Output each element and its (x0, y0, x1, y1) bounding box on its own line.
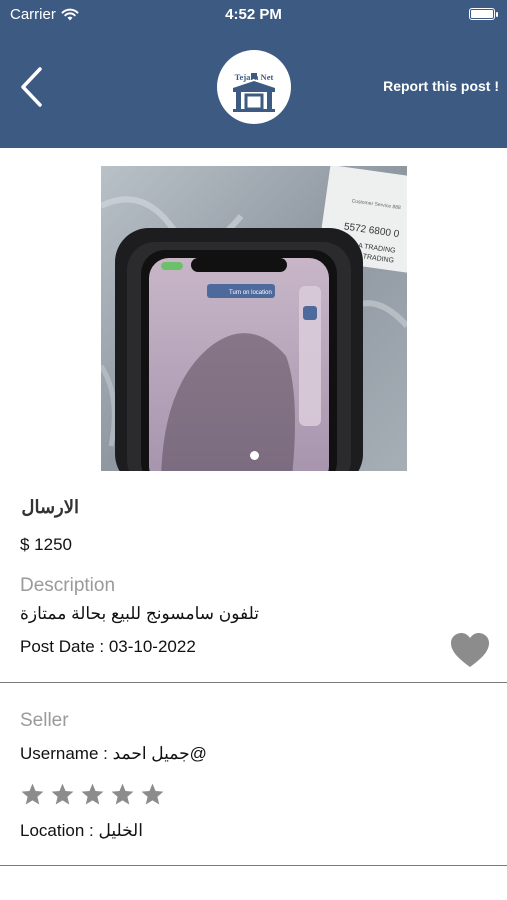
app-header: Carrier 4:52 PM Tejara Net Report this p… (0, 0, 507, 148)
description-label: Description (20, 575, 116, 596)
battery-level (471, 10, 493, 18)
back-button[interactable] (14, 62, 50, 112)
star-icon[interactable] (80, 782, 105, 807)
status-bar: Carrier 4:52 PM (0, 0, 507, 30)
app-logo: Tejara Net (217, 50, 291, 124)
section-divider (0, 682, 507, 683)
heart-icon (451, 633, 489, 667)
section-divider (0, 865, 507, 866)
report-post-link[interactable]: Report this post ! (383, 78, 499, 94)
star-icon[interactable] (20, 782, 45, 807)
description-text: تلفون سامسونج للبيع بحالة ممتازة (20, 604, 259, 623)
phone-photo: Customer Service 888 5572 6800 0 VALLA T… (101, 166, 407, 471)
post-date: Post Date : 03-10-2022 (20, 637, 196, 656)
favorite-button[interactable] (450, 633, 490, 669)
status-time: 4:52 PM (225, 6, 282, 23)
post-image[interactable]: Customer Service 888 5572 6800 0 VALLA T… (101, 166, 407, 471)
star-icon[interactable] (110, 782, 135, 807)
post-price: $ 1250 (20, 535, 72, 554)
star-icon[interactable] (50, 782, 75, 807)
post-title: الارسال (21, 497, 79, 517)
battery-cap (496, 12, 498, 17)
seller-location: Location : الخليل (20, 821, 143, 840)
seller-rating[interactable] (20, 782, 165, 807)
battery-icon (469, 8, 498, 20)
seller-username: Username : جميل احمد@ (20, 744, 207, 763)
screen-popup-text: Turn on location (229, 290, 272, 296)
page-indicator-dot[interactable] (250, 451, 259, 460)
star-icon[interactable] (140, 782, 165, 807)
seller-label: Seller (20, 710, 69, 731)
house-logo-icon: Tejara Net (233, 72, 275, 112)
chevron-left-icon (21, 67, 42, 107)
